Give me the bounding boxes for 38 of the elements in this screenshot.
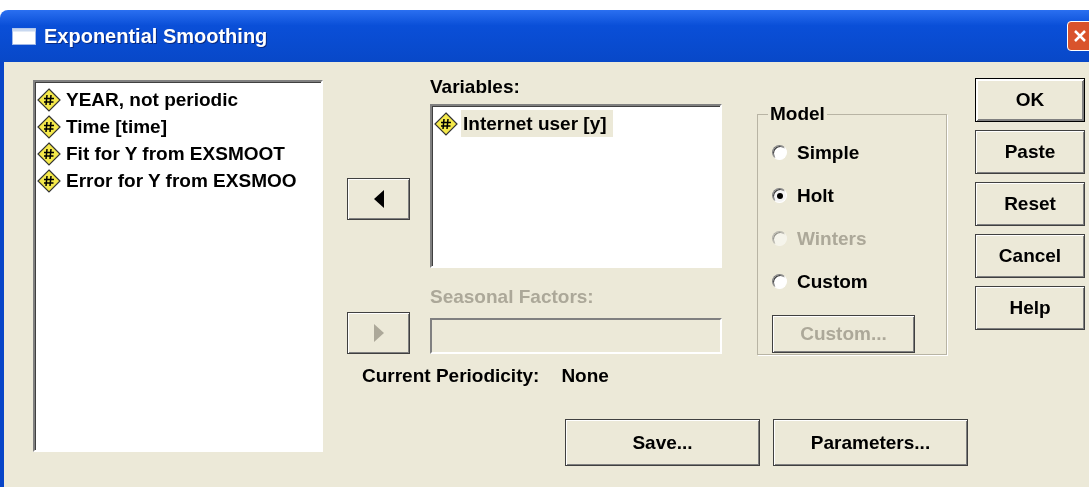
scale-variable-icon <box>37 168 61 193</box>
variable-list-item[interactable]: Fit for Y from EXSMOOT <box>64 140 291 167</box>
dialog-button[interactable]: Reset <box>975 182 1085 226</box>
window-icon <box>12 27 36 45</box>
variable-list-item[interactable]: Error for Y from EXSMOO <box>64 167 303 194</box>
model-radio-option[interactable]: Holt <box>772 174 946 217</box>
periodicity-value: None <box>561 365 609 387</box>
radio-button[interactable] <box>772 274 787 289</box>
move-back-button[interactable] <box>347 178 410 220</box>
model-radio-option[interactable]: Custom <box>772 260 946 303</box>
seasonal-factors-label: Seasonal Factors: <box>430 286 595 308</box>
dialog-button[interactable]: Save... <box>565 419 760 466</box>
model-group-title: Model <box>769 103 826 125</box>
scale-variable-icon <box>37 87 61 112</box>
variables-label: Variables: <box>430 76 521 98</box>
dialog-button[interactable]: OK <box>975 78 1085 122</box>
scale-variable-icon <box>37 114 61 139</box>
radio-button[interactable] <box>772 188 787 203</box>
seasonal-factors-field[interactable] <box>430 318 722 354</box>
dialog-button[interactable]: Help <box>975 286 1085 330</box>
right-arrow-icon <box>373 324 384 342</box>
left-arrow-icon <box>373 190 384 208</box>
model-radio-option[interactable]: Simple <box>772 131 946 174</box>
variables-list[interactable]: Internet user [y] <box>430 104 722 268</box>
variable-list-item[interactable]: Time [time] <box>64 113 173 140</box>
source-variable-list[interactable]: YEAR, not periodic Time [time] Fit for Y from EXSMOOT Error for Y from EXSMOO <box>33 80 323 452</box>
radio-button[interactable] <box>772 145 787 160</box>
variable-list-item[interactable]: Internet user [y] <box>461 110 613 137</box>
dialog-button[interactable]: Parameters... <box>773 419 968 466</box>
close-button[interactable] <box>1067 21 1089 51</box>
dialog-button[interactable]: Cancel <box>975 234 1085 278</box>
dialog-button[interactable]: Paste <box>975 130 1085 174</box>
periodicity-label: Current Periodicity: <box>362 365 540 387</box>
scale-variable-icon <box>434 111 458 136</box>
variable-list-item[interactable]: YEAR, not periodic <box>64 86 245 113</box>
scale-variable-icon <box>37 141 61 166</box>
close-icon <box>1073 29 1087 43</box>
window-title: Exponential Smoothing <box>44 24 269 48</box>
